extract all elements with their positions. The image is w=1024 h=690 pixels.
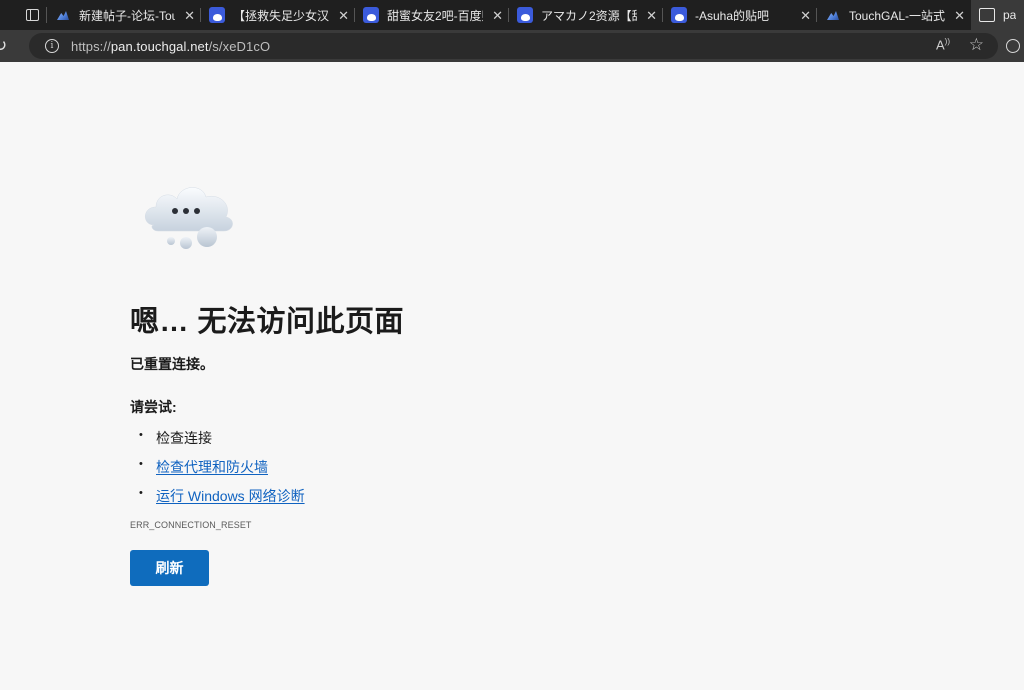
error-subtitle: 已重置连接。 [130,356,214,372]
tab-7-active[interactable]: pa [971,0,1024,30]
url-host: pan.touchgal.net [110,38,209,54]
tab-title: TouchGAL-一站式Ga [849,8,945,23]
tab-actions-button[interactable] [18,0,46,30]
tab-close-icon[interactable]: ✕ [178,9,195,22]
tab-close-icon[interactable]: ✕ [486,9,503,22]
touchgal-icon [55,7,71,23]
url-text[interactable]: https://pan.touchgal.net/s/xeD1cO [71,39,270,54]
suggestion-check-connection: 检查连接 [130,423,305,452]
tab-title: 【拯救失足少女汉化 [233,8,329,23]
touchgal-icon [825,7,841,23]
tab-title: pa [1003,8,1017,22]
tab-3[interactable]: 甜蜜女友2吧-百度贴 ✕ [355,0,509,30]
tab-title: 甜蜜女友2吧-百度贴 [387,8,483,23]
baidu-paw-icon [671,7,687,23]
refresh-button[interactable]: 刷新 [130,550,209,586]
error-heading: 嗯… 无法访问此页面 [130,306,405,338]
site-info-icon[interactable]: i [45,39,59,53]
tabstrip-edge [0,0,18,30]
reload-icon[interactable]: ↻ [0,30,13,62]
favorite-star-icon[interactable]: ☆ [969,35,984,55]
baidu-paw-icon [209,7,225,23]
windows-network-diagnostics-link[interactable]: 运行 Windows 网络诊断 [156,486,305,506]
tab-close-icon[interactable]: ✕ [794,9,811,22]
tab-5[interactable]: -Asuha的贴吧 ✕ [663,0,817,30]
tab-close-icon[interactable]: ✕ [640,9,657,22]
tab-2[interactable]: 【拯救失足少女汉化 ✕ [201,0,355,30]
tab-close-icon[interactable]: ✕ [332,9,349,22]
tab-strip: 新建帖子-论坛-Touc ✕ 【拯救失足少女汉化 ✕ 甜蜜女友2吧-百度贴 ✕ … [0,0,1024,30]
error-page: 嗯… 无法访问此页面 已重置连接。 请尝试: 检查连接 检查代理和防火墙 运行 … [130,62,1024,690]
tab-actions-icon [25,9,39,21]
tab-close-icon[interactable]: ✕ [948,9,965,22]
url-scheme: https:// [71,38,111,54]
suggestion-list: 检查连接 检查代理和防火墙 运行 Windows 网络诊断 [130,423,305,510]
tab-1[interactable]: 新建帖子-论坛-Touc ✕ [47,0,201,30]
tab-title: アマカノ2资源【甜 [541,8,637,23]
check-proxy-firewall-link[interactable]: 检查代理和防火墙 [156,457,268,477]
cloud-thinking-icon [145,187,233,249]
baidu-paw-icon [363,7,379,23]
document-icon [979,8,995,22]
tab-4[interactable]: アマカノ2资源【甜 ✕ [509,0,663,30]
profile-icon[interactable] [1006,39,1020,53]
baidu-paw-icon [517,7,533,23]
tab-title: -Asuha的贴吧 [695,8,770,23]
browser-toolbar: ↻ i https://pan.touchgal.net/s/xeD1cO A)… [0,30,1024,62]
suggestion-check-proxy-firewall: 检查代理和防火墙 [130,452,305,481]
read-aloud-icon[interactable]: A)) [936,37,950,52]
suggestion-network-diagnostics: 运行 Windows 网络诊断 [130,481,305,510]
tab-6[interactable]: TouchGAL-一站式Ga ✕ [817,0,971,30]
error-code: ERR_CONNECTION_RESET [130,520,252,530]
address-bar[interactable]: i https://pan.touchgal.net/s/xeD1cO A)) … [29,33,998,59]
tab-title: 新建帖子-论坛-Touc [79,8,175,23]
suggestion-text: 检查连接 [156,429,212,446]
try-heading: 请尝试: [130,399,177,415]
url-path: /s/xeD1cO [208,38,271,54]
